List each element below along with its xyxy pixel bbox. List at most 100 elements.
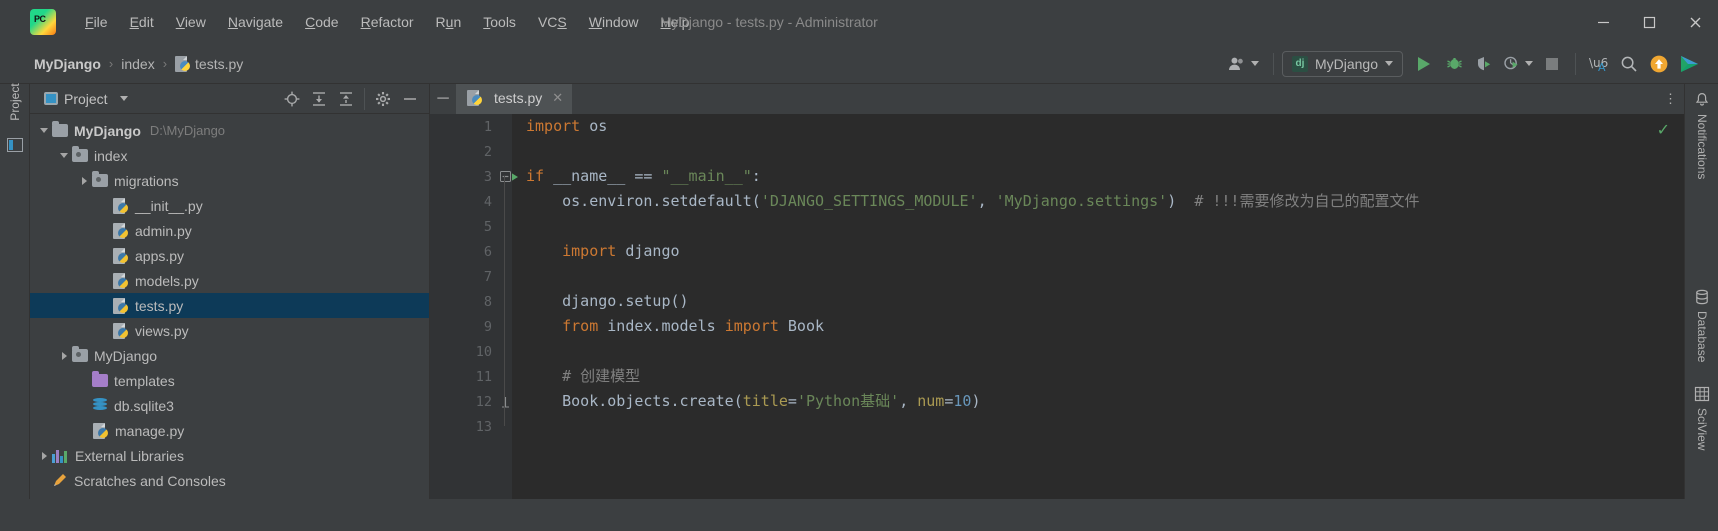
breadcrumb-folder[interactable]: index	[117, 54, 158, 74]
line-number: 11	[475, 368, 492, 385]
python-file-icon	[112, 272, 129, 289]
code-line: django.setup()	[526, 289, 1684, 314]
translate-button[interactable]: \u6587 A	[1584, 50, 1614, 78]
menu-refactor[interactable]: Refactor	[350, 10, 425, 34]
editor-tab-tests-py[interactable]: tests.py ✕	[456, 84, 573, 114]
tree-item-tests-py[interactable]: tests.py	[30, 293, 429, 318]
locate-icon[interactable]	[279, 87, 305, 111]
profiler-button[interactable]	[1499, 50, 1537, 78]
chevron-down-icon	[1250, 61, 1259, 66]
debug-button[interactable]	[1439, 50, 1469, 78]
editor-tab-label: tests.py	[494, 90, 543, 106]
collapse-all-icon[interactable]	[333, 87, 359, 111]
menu-vcs[interactable]: VCS	[527, 10, 578, 34]
tree-item-db-sqlite3[interactable]: db.sqlite3	[30, 393, 429, 418]
run-configuration-selector[interactable]: dj MyDjango	[1281, 50, 1403, 77]
fold-slot	[498, 214, 512, 239]
menu-edit[interactable]: Edit	[119, 10, 165, 34]
code-editor[interactable]: 1 2 3 4 5 6 7 8 9 10 11 12 13 import os if __name__ …	[430, 114, 1684, 499]
toolbar-actions: dj MyDjango \u6 A	[1222, 50, 1718, 78]
tree-item-templates[interactable]: templates	[30, 368, 429, 393]
breadcrumb-file[interactable]: tests.py	[171, 54, 247, 74]
tree-item-external-libraries[interactable]: External Libraries	[30, 443, 429, 468]
project-structure-icon[interactable]	[7, 138, 23, 152]
right-tab-sciview[interactable]: SciView	[1685, 386, 1718, 450]
tree-item-apps-py[interactable]: apps.py	[30, 243, 429, 268]
chevron-right-icon[interactable]	[56, 352, 72, 360]
tool-tab-project[interactable]: Project	[5, 70, 25, 134]
close-tab-icon[interactable]: ✕	[552, 90, 563, 106]
tree-item-manage-py[interactable]: manage.py	[30, 418, 429, 443]
tree-item-mydjango[interactable]: MyDjango	[30, 343, 429, 368]
menu-tools[interactable]: Tools	[472, 10, 527, 34]
tree-item-label: manage.py	[115, 422, 185, 439]
chevron-down-icon[interactable]	[36, 128, 52, 133]
hide-editor-tabs-button[interactable]: ─	[430, 84, 456, 114]
minimize-button[interactable]	[1580, 0, 1626, 44]
tree-item-admin-py[interactable]: admin.py	[30, 218, 429, 243]
chevron-down-icon[interactable]	[119, 96, 128, 101]
ide-play-button[interactable]	[1674, 50, 1704, 78]
search-icon	[1621, 56, 1637, 72]
update-button[interactable]	[1644, 50, 1674, 78]
tree-item-migrations[interactable]: migrations	[30, 168, 429, 193]
code-token: django.setup()	[526, 292, 689, 310]
project-tree[interactable]: MyDjango D:\MyDjango index migrations __init…	[30, 114, 429, 499]
code-token: title	[742, 392, 788, 410]
menu-run[interactable]: Run	[425, 10, 473, 34]
module-folder-icon	[72, 346, 88, 362]
right-tab-notifications[interactable]: Notifications	[1685, 92, 1718, 179]
line-number: 6	[483, 243, 492, 260]
line-number-gutter[interactable]: 1 2 3 4 5 6 7 8 9 10 11 12 13	[430, 114, 518, 499]
settings-gear-icon[interactable]	[370, 87, 396, 111]
fold-slot	[498, 314, 512, 339]
navigation-toolbar: MyDjango › index › tests.py dj MyDjango	[0, 44, 1718, 84]
python-file-icon	[92, 422, 109, 439]
right-tab-database[interactable]: Database	[1685, 289, 1718, 362]
tree-item-scratches-and-consoles[interactable]: Scratches and Consoles	[30, 468, 429, 493]
run-button[interactable]	[1409, 50, 1439, 78]
fold-slot[interactable]	[498, 389, 512, 414]
tree-item-mydjango[interactable]: MyDjango D:\MyDjango	[30, 118, 429, 143]
tree-item-label: models.py	[135, 272, 199, 289]
code-content[interactable]: import os if __name__ == "__main__": os.…	[512, 114, 1684, 499]
breadcrumb-project[interactable]: MyDjango	[30, 54, 105, 74]
close-icon	[1690, 17, 1700, 27]
project-view-icon	[44, 92, 58, 105]
user-account-icon[interactable]	[1222, 50, 1265, 78]
menu-window[interactable]: Window	[578, 10, 650, 34]
menu-view[interactable]: View	[165, 10, 217, 34]
menu-file[interactable]: File	[74, 10, 119, 34]
run-with-coverage-button[interactable]	[1469, 50, 1499, 78]
fold-slot	[498, 339, 512, 364]
menu-code[interactable]: Code	[294, 10, 349, 34]
code-token: Book.objects.create(	[526, 392, 743, 410]
close-button[interactable]	[1672, 0, 1718, 44]
chevron-right-icon[interactable]	[36, 452, 52, 460]
code-token: 'DJANGO_SETTINGS_MODULE'	[760, 192, 978, 210]
chevron-down-icon[interactable]	[56, 153, 72, 158]
tree-item-init-py[interactable]: __init__.py	[30, 193, 429, 218]
tree-item-label: __init__.py	[135, 197, 203, 214]
maximize-button[interactable]	[1626, 0, 1672, 44]
stop-button[interactable]	[1537, 50, 1567, 78]
editor-options-icon[interactable]: ⋮	[1658, 84, 1684, 114]
tree-item-views-py[interactable]: views.py	[30, 318, 429, 343]
fold-slot[interactable]	[498, 164, 512, 189]
expand-all-icon[interactable]	[306, 87, 332, 111]
menu-navigate[interactable]: Navigate	[217, 10, 294, 34]
code-token: "__main__"	[661, 167, 752, 185]
run-with-coverage-icon	[1477, 57, 1490, 71]
tree-item-models-py[interactable]: models.py	[30, 268, 429, 293]
search-button[interactable]	[1614, 50, 1644, 78]
window-controls	[1580, 0, 1718, 44]
code-folding-gutter[interactable]	[498, 114, 512, 499]
hide-panel-icon[interactable]	[397, 87, 423, 111]
tree-item-index[interactable]: index	[30, 143, 429, 168]
chevron-right-icon[interactable]	[76, 177, 92, 185]
inspection-status-icon[interactable]: ✓	[1657, 120, 1670, 140]
sciview-grid-icon	[1694, 386, 1710, 402]
python-file-icon	[112, 197, 129, 214]
